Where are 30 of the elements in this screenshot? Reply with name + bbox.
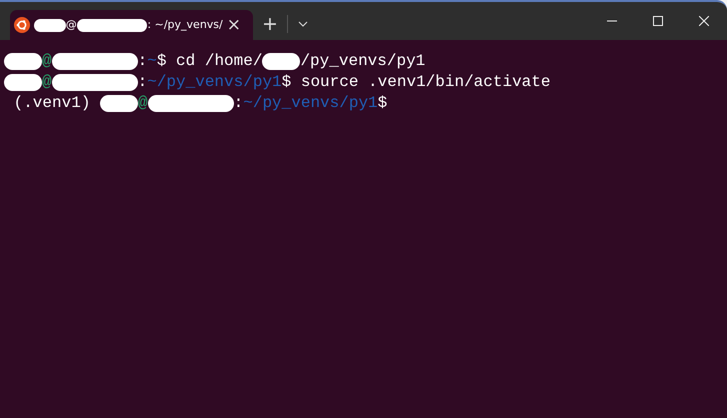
close-tab-button[interactable]: × (222, 16, 245, 34)
redaction-mark (262, 53, 300, 70)
chevron-down-icon (298, 21, 308, 27)
terminal-text: ~ (147, 51, 157, 72)
redaction-mark (76, 18, 148, 32)
terminal-tab[interactable]: @ : ~/py_venvs/ × (10, 10, 253, 40)
redaction-mark (34, 18, 66, 32)
terminal-text: ~/py_venvs/py1 (147, 72, 282, 93)
terminal-text: : (138, 72, 148, 93)
terminal-text: ~/py_venvs/py1 (243, 93, 378, 114)
tab-title-text: @ (66, 16, 77, 33)
terminal-text: $ cd /home/ (156, 51, 262, 72)
redaction-mark (4, 74, 42, 91)
maximize-icon (653, 16, 663, 26)
minimize-icon (607, 20, 617, 22)
terminal-text: /py_venvs/py1 (300, 51, 426, 72)
terminal-text: (.venv1) (12, 93, 92, 114)
redaction-mark (100, 95, 138, 112)
terminal-text: @ (42, 51, 52, 72)
close-icon (699, 16, 709, 26)
terminal-text: @ (138, 93, 148, 114)
terminal-text: $ (378, 93, 388, 114)
redaction-mark (4, 53, 42, 70)
terminal-text: : (234, 93, 244, 114)
new-tab-button[interactable]: + (253, 9, 287, 39)
terminal-text: $ source .venv1/bin/activate (282, 72, 550, 93)
ubuntu-logo-icon (14, 17, 30, 33)
tab-title-text: : ~/py_venvs/ (147, 16, 223, 33)
terminal-text: @ (42, 72, 52, 93)
terminal-text: : (138, 51, 148, 72)
